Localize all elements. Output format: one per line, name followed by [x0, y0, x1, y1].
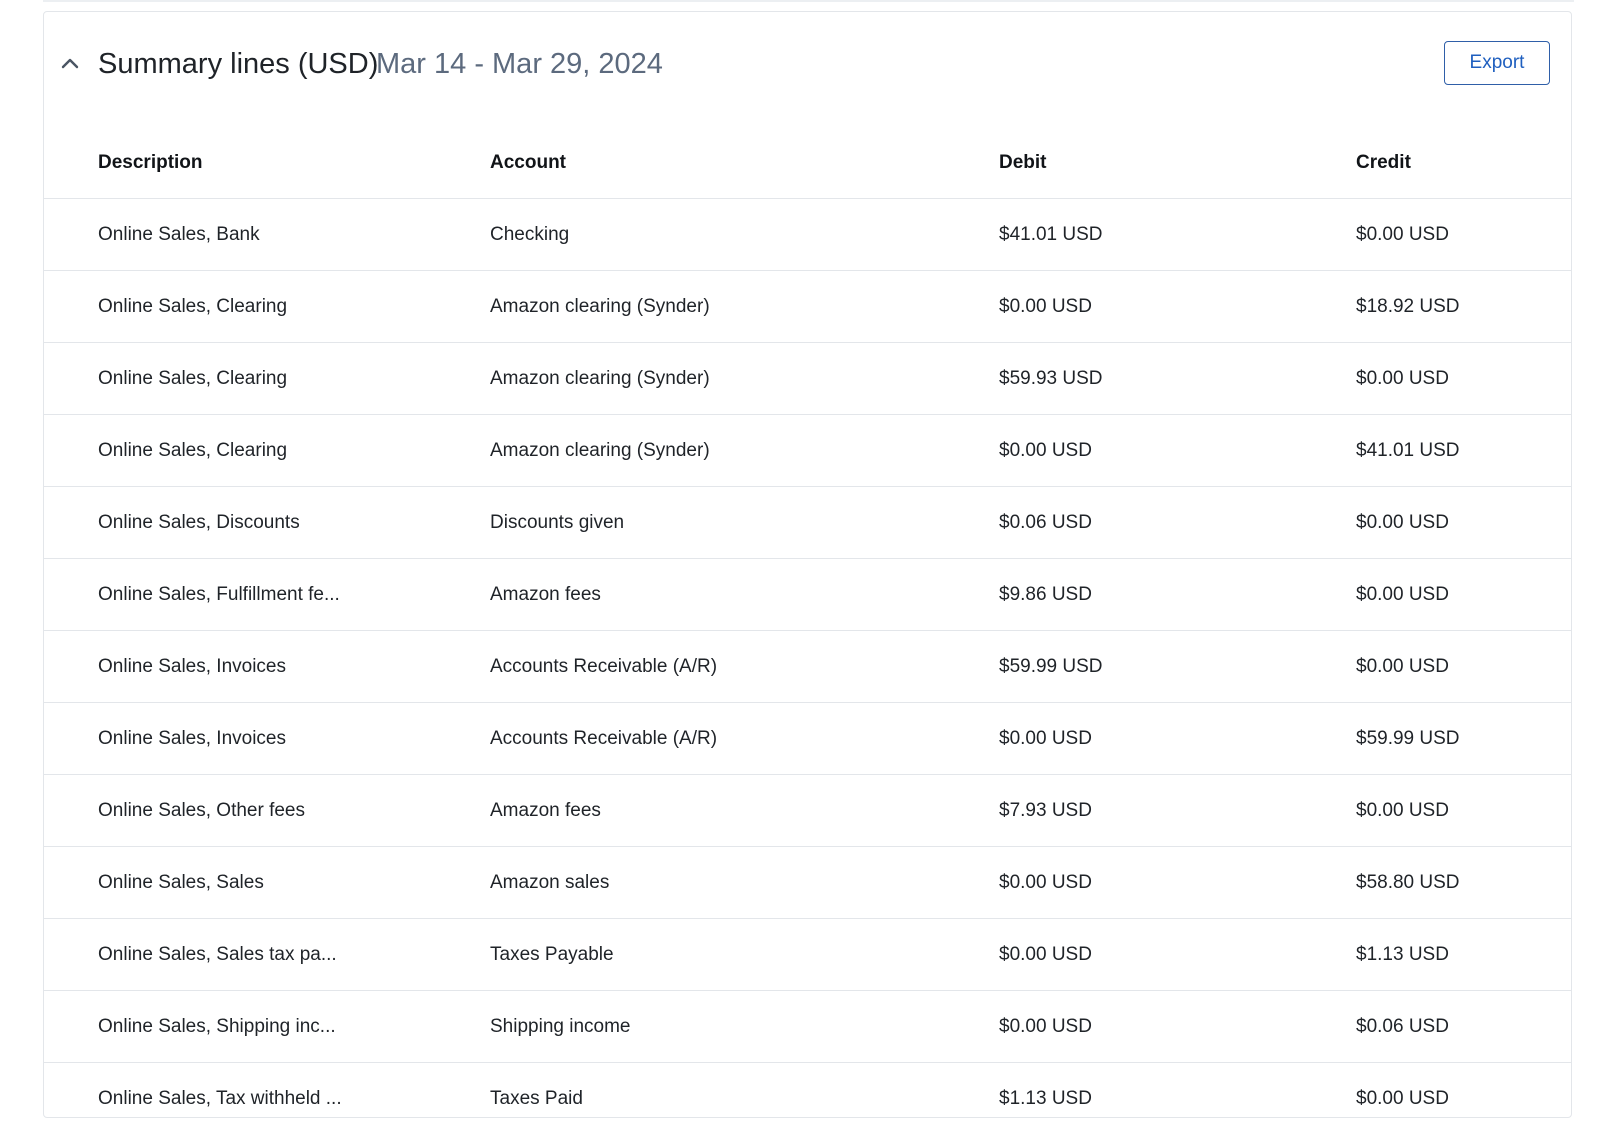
column-header-debit: Debit: [999, 127, 1356, 199]
row-spacer: [44, 343, 98, 415]
cell-debit: $59.93 USD: [999, 343, 1356, 415]
cell-account: Taxes Paid: [490, 1063, 999, 1134]
cell-description: Online Sales, Invoices: [98, 703, 490, 775]
row-spacer: [44, 919, 98, 991]
cell-credit: $18.92 USD: [1356, 271, 1571, 343]
export-button[interactable]: Export: [1444, 41, 1550, 85]
row-spacer: [44, 991, 98, 1063]
cell-description: Online Sales, Clearing: [98, 415, 490, 487]
cell-account: Amazon clearing (Synder): [490, 343, 999, 415]
cell-debit: $0.00 USD: [999, 703, 1356, 775]
table-row: Online Sales, Fulfillment fe...Amazon fe…: [44, 559, 1571, 631]
cell-description: Online Sales, Other fees: [98, 775, 490, 847]
table-body: Online Sales, BankChecking$41.01 USD$0.0…: [44, 199, 1571, 1134]
summary-lines-card: Summary lines (USD) Mar 14 - Mar 29, 202…: [43, 11, 1572, 1118]
cell-debit: $0.00 USD: [999, 919, 1356, 991]
cell-debit: $9.86 USD: [999, 559, 1356, 631]
table-row: Online Sales, ClearingAmazon clearing (S…: [44, 271, 1571, 343]
cell-debit: $0.00 USD: [999, 847, 1356, 919]
column-header-credit: Credit: [1356, 127, 1571, 199]
cell-account: Discounts given: [490, 487, 999, 559]
cell-description: Online Sales, Bank: [98, 199, 490, 271]
table-row: Online Sales, Other feesAmazon fees$7.93…: [44, 775, 1571, 847]
cell-credit: $0.00 USD: [1356, 487, 1571, 559]
top-divider: [43, 0, 1574, 2]
table-row: Online Sales, DiscountsDiscounts given$0…: [44, 487, 1571, 559]
cell-credit: $58.80 USD: [1356, 847, 1571, 919]
summary-lines-table: Description Account Debit Credit Online …: [44, 127, 1571, 1134]
cell-credit: $59.99 USD: [1356, 703, 1571, 775]
cell-debit: $0.06 USD: [999, 487, 1356, 559]
table-row: Online Sales, InvoicesAccounts Receivabl…: [44, 703, 1571, 775]
cell-credit: $0.00 USD: [1356, 1063, 1571, 1134]
cell-description: Online Sales, Sales tax pa...: [98, 919, 490, 991]
cell-description: Online Sales, Clearing: [98, 271, 490, 343]
cell-credit: $0.00 USD: [1356, 775, 1571, 847]
row-spacer: [44, 703, 98, 775]
cell-debit: $59.99 USD: [999, 631, 1356, 703]
table-row: Online Sales, InvoicesAccounts Receivabl…: [44, 631, 1571, 703]
table-row: Online Sales, Sales tax pa...Taxes Payab…: [44, 919, 1571, 991]
cell-account: Amazon fees: [490, 775, 999, 847]
cell-credit: $0.00 USD: [1356, 631, 1571, 703]
chevron-up-icon[interactable]: [59, 52, 81, 74]
table-header-row: Description Account Debit Credit: [44, 127, 1571, 199]
cell-account: Amazon clearing (Synder): [490, 415, 999, 487]
cell-description: Online Sales, Shipping inc...: [98, 991, 490, 1063]
cell-debit: $1.13 USD: [999, 1063, 1356, 1134]
table-row: Online Sales, Tax withheld ...Taxes Paid…: [44, 1063, 1571, 1134]
table-row: Online Sales, ClearingAmazon clearing (S…: [44, 415, 1571, 487]
table-row: Online Sales, SalesAmazon sales$0.00 USD…: [44, 847, 1571, 919]
cell-debit: $7.93 USD: [999, 775, 1356, 847]
row-spacer: [44, 847, 98, 919]
cell-credit: $0.00 USD: [1356, 343, 1571, 415]
cell-account: Amazon fees: [490, 559, 999, 631]
table-row: Online Sales, BankChecking$41.01 USD$0.0…: [44, 199, 1571, 271]
cell-description: Online Sales, Invoices: [98, 631, 490, 703]
row-spacer: [44, 775, 98, 847]
cell-description: Online Sales, Sales: [98, 847, 490, 919]
cell-credit: $0.00 USD: [1356, 199, 1571, 271]
cell-description: Online Sales, Fulfillment fe...: [98, 559, 490, 631]
cell-debit: $0.00 USD: [999, 271, 1356, 343]
row-spacer: [44, 631, 98, 703]
row-spacer: [44, 487, 98, 559]
cell-credit: $41.01 USD: [1356, 415, 1571, 487]
header-spacer: [44, 127, 98, 199]
table-row: Online Sales, Shipping inc...Shipping in…: [44, 991, 1571, 1063]
section-title: Summary lines (USD): [98, 45, 378, 83]
row-spacer: [44, 271, 98, 343]
cell-account: Accounts Receivable (A/R): [490, 631, 999, 703]
cell-description: Online Sales, Clearing: [98, 343, 490, 415]
cell-account: Amazon sales: [490, 847, 999, 919]
row-spacer: [44, 415, 98, 487]
date-range: Mar 14 - Mar 29, 2024: [376, 45, 663, 83]
card-header: Summary lines (USD) Mar 14 - Mar 29, 202…: [44, 12, 1571, 112]
cell-account: Amazon clearing (Synder): [490, 271, 999, 343]
row-spacer: [44, 199, 98, 271]
cell-credit: $1.13 USD: [1356, 919, 1571, 991]
cell-debit: $41.01 USD: [999, 199, 1356, 271]
cell-description: Online Sales, Tax withheld ...: [98, 1063, 490, 1134]
column-header-description: Description: [98, 127, 490, 199]
cell-account: Accounts Receivable (A/R): [490, 703, 999, 775]
cell-credit: $0.06 USD: [1356, 991, 1571, 1063]
column-header-account: Account: [490, 127, 999, 199]
row-spacer: [44, 559, 98, 631]
row-spacer: [44, 1063, 98, 1134]
cell-account: Taxes Payable: [490, 919, 999, 991]
cell-account: Shipping income: [490, 991, 999, 1063]
cell-credit: $0.00 USD: [1356, 559, 1571, 631]
cell-debit: $0.00 USD: [999, 415, 1356, 487]
cell-debit: $0.00 USD: [999, 991, 1356, 1063]
cell-account: Checking: [490, 199, 999, 271]
table-row: Online Sales, ClearingAmazon clearing (S…: [44, 343, 1571, 415]
cell-description: Online Sales, Discounts: [98, 487, 490, 559]
